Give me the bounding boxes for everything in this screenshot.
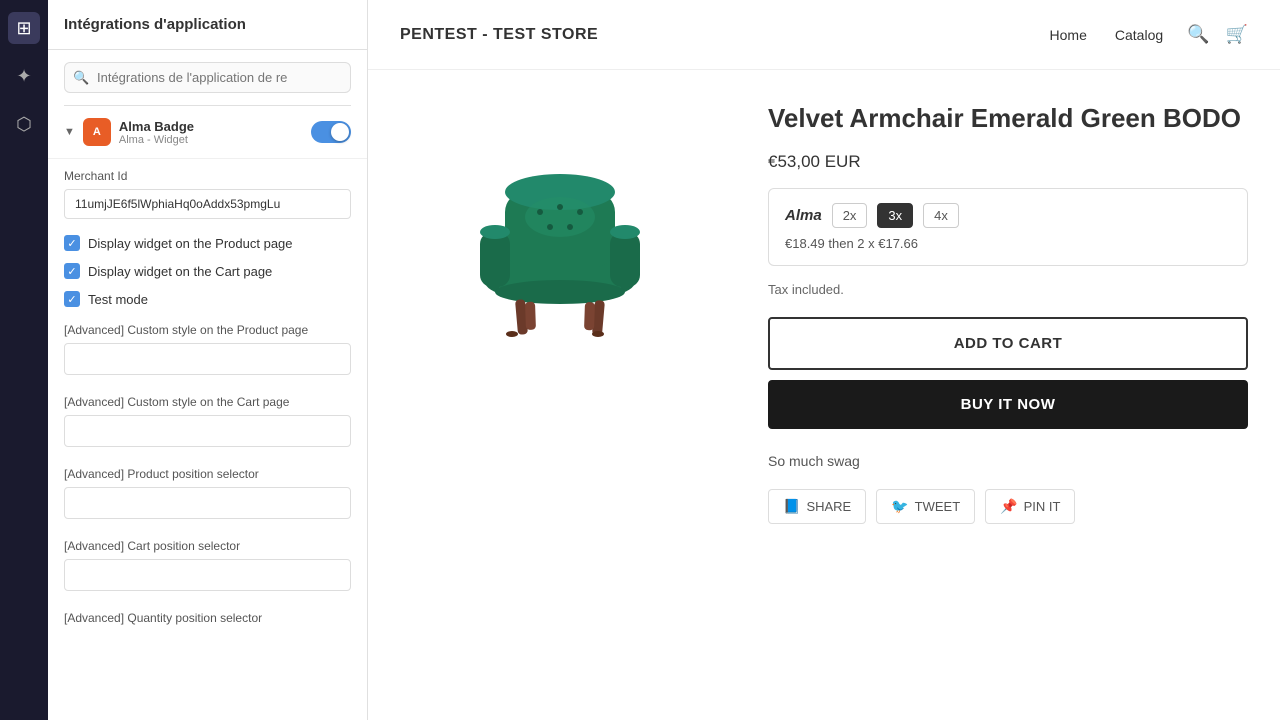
search-input[interactable] <box>64 62 351 93</box>
twitter-share-label: TWEET <box>915 499 961 514</box>
integration-logo-icon: A <box>83 118 111 146</box>
icon-rail-brush[interactable]: ✦ <box>8 60 40 92</box>
main-content: PENTEST - TEST STORE Home Catalog 🔍 🛒 <box>368 0 1280 720</box>
advanced-product-position-input[interactable] <box>64 487 351 519</box>
checkbox-product-page[interactable]: ✓ Display widget on the Product page <box>48 229 367 257</box>
checkbox-cart-page[interactable]: ✓ Display widget on the Cart page <box>48 257 367 285</box>
integration-sub: Alma - Widget <box>119 134 303 146</box>
advanced-product-position-section: [Advanced] Product position selector <box>48 457 367 529</box>
product-details: Velvet Armchair Emerald Green BODO €53,0… <box>768 102 1248 688</box>
facebook-share-button[interactable]: 📘 SHARE <box>768 489 866 524</box>
advanced-cart-style-label: [Advanced] Custom style on the Cart page <box>64 395 351 409</box>
advanced-cart-position-section: [Advanced] Cart position selector <box>48 529 367 601</box>
integration-info: Alma Badge Alma - Widget <box>119 119 303 146</box>
product-tagline: So much swag <box>768 453 1248 469</box>
checkbox-cart-page-label: Display widget on the Cart page <box>88 264 272 279</box>
add-to-cart-button[interactable]: ADD TO CART <box>768 317 1248 370</box>
product-area: Velvet Armchair Emerald Green BODO €53,0… <box>368 70 1280 720</box>
cart-icon[interactable]: 🛒 <box>1226 24 1248 45</box>
alma-detail: €18.49 then 2 x €17.66 <box>785 236 1231 251</box>
pinterest-share-button[interactable]: 📌 PIN IT <box>985 489 1075 524</box>
product-image <box>430 122 690 382</box>
advanced-cart-position-input[interactable] <box>64 559 351 591</box>
store-nav-links: Home Catalog <box>1050 27 1164 43</box>
checkbox-test-mode-label: Test mode <box>88 292 148 307</box>
alma-widget: Alma 2x 3x 4x €18.49 then 2 x €17.66 <box>768 188 1248 266</box>
alma-4x-option[interactable]: 4x <box>923 203 959 228</box>
twitter-icon: 🐦 <box>891 498 908 515</box>
store-nav-icons: 🔍 🛒 <box>1187 24 1248 45</box>
checkbox-icon: ✓ <box>64 263 80 279</box>
icon-rail-apps[interactable]: ⬡ <box>8 108 40 140</box>
search-icon: 🔍 <box>73 70 89 86</box>
advanced-product-style-section: [Advanced] Custom style on the Product p… <box>48 313 367 385</box>
expand-arrow-icon: ▼ <box>64 126 75 138</box>
facebook-share-label: SHARE <box>806 499 851 514</box>
integration-name: Alma Badge <box>119 119 303 134</box>
icon-rail: ⊞ ✦ ⬡ <box>0 0 48 720</box>
product-image-area <box>400 102 720 688</box>
integration-header[interactable]: ▼ A Alma Badge Alma - Widget <box>64 118 351 146</box>
store-logo: PENTEST - TEST STORE <box>400 25 598 44</box>
advanced-quantity-position-section: [Advanced] Quantity position selector <box>48 601 367 641</box>
advanced-cart-style-input[interactable] <box>64 415 351 447</box>
pinterest-share-label: PIN IT <box>1024 499 1061 514</box>
pinterest-icon: 📌 <box>1000 498 1017 515</box>
left-panel: Intégrations d'application 🔍 ▼ A Alma Ba… <box>48 0 368 720</box>
social-share: 📘 SHARE 🐦 TWEET 📌 PIN IT <box>768 489 1248 524</box>
checkbox-product-page-label: Display widget on the Product page <box>88 236 293 251</box>
alma-2x-option[interactable]: 2x <box>832 203 868 228</box>
advanced-product-style-input[interactable] <box>64 343 351 375</box>
alma-widget-row: Alma 2x 3x 4x <box>785 203 1231 228</box>
buy-it-now-button[interactable]: BUY IT NOW <box>768 380 1248 429</box>
enable-toggle[interactable] <box>311 121 351 143</box>
merchant-id-label: Merchant Id <box>64 169 351 183</box>
advanced-product-position-label: [Advanced] Product position selector <box>64 467 351 481</box>
icon-rail-grid[interactable]: ⊞ <box>8 12 40 44</box>
store-nav: PENTEST - TEST STORE Home Catalog 🔍 🛒 <box>368 0 1280 70</box>
alma-3x-option[interactable]: 3x <box>877 203 913 228</box>
alma-brand-label: Alma <box>785 207 822 224</box>
search-icon[interactable]: 🔍 <box>1187 24 1209 45</box>
advanced-product-style-label: [Advanced] Custom style on the Product p… <box>64 323 351 337</box>
search-box: 🔍 <box>64 62 351 93</box>
toggle-thumb <box>331 123 349 141</box>
advanced-quantity-position-label: [Advanced] Quantity position selector <box>64 611 351 625</box>
left-panel-header: Intégrations d'application <box>48 0 367 50</box>
product-price: €53,00 EUR <box>768 152 1248 172</box>
product-title: Velvet Armchair Emerald Green BODO <box>768 102 1248 136</box>
facebook-icon: 📘 <box>783 498 800 515</box>
advanced-cart-style-section: [Advanced] Custom style on the Cart page <box>48 385 367 457</box>
advanced-cart-position-label: [Advanced] Cart position selector <box>64 539 351 553</box>
tax-note: Tax included. <box>768 282 1248 297</box>
checkbox-icon: ✓ <box>64 235 80 251</box>
merchant-id-section: Merchant Id <box>48 159 367 229</box>
nav-catalog[interactable]: Catalog <box>1115 27 1163 43</box>
twitter-share-button[interactable]: 🐦 TWEET <box>876 489 975 524</box>
nav-home[interactable]: Home <box>1050 27 1087 43</box>
checkbox-icon: ✓ <box>64 291 80 307</box>
left-panel-title: Intégrations d'application <box>64 16 351 33</box>
merchant-id-input[interactable] <box>64 189 351 219</box>
checkbox-test-mode[interactable]: ✓ Test mode <box>48 285 367 313</box>
integration-item: ▼ A Alma Badge Alma - Widget <box>48 106 367 159</box>
